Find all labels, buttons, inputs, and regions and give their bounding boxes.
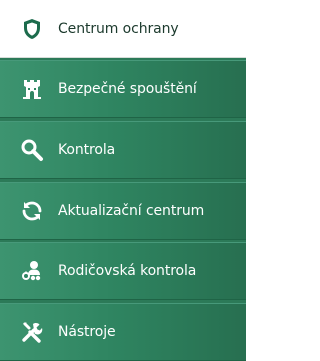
sidebar-item-label: Aktualizační centrum bbox=[58, 203, 205, 219]
sidebar-item-centrum-ochrany[interactable]: Centrum ochrany bbox=[0, 0, 246, 58]
sidebar-item-rodicovska-kontrola[interactable]: Rodičovská kontrola bbox=[0, 242, 246, 300]
sidebar-item-label: Nástroje bbox=[58, 324, 116, 340]
sidebar-item-label: Centrum ochrany bbox=[58, 20, 179, 37]
sidebar-item-label: Bezpečné spouštění bbox=[58, 81, 197, 97]
shield-icon bbox=[18, 15, 46, 43]
sidebar-item-kontrola[interactable]: Kontrola bbox=[0, 121, 246, 179]
castle-tower-icon bbox=[18, 75, 46, 103]
sidebar-item-nastroje[interactable]: Nástroje bbox=[0, 303, 246, 361]
sidebar-item-aktualizacni-centrum[interactable]: Aktualizační centrum bbox=[0, 182, 246, 240]
sidebar-item-label: Kontrola bbox=[58, 142, 116, 158]
sidebar-nav: Centrum ochrany Bezpečné spouštění Kontr… bbox=[0, 0, 246, 361]
sidebar-item-bezpecne-spousteni[interactable]: Bezpečné spouštění bbox=[0, 60, 246, 118]
sidebar-item-label: Rodičovská kontrola bbox=[58, 263, 197, 279]
magnifier-icon bbox=[18, 136, 46, 164]
tools-icon bbox=[18, 318, 46, 346]
parental-control-icon bbox=[18, 257, 46, 285]
refresh-icon bbox=[18, 197, 46, 225]
